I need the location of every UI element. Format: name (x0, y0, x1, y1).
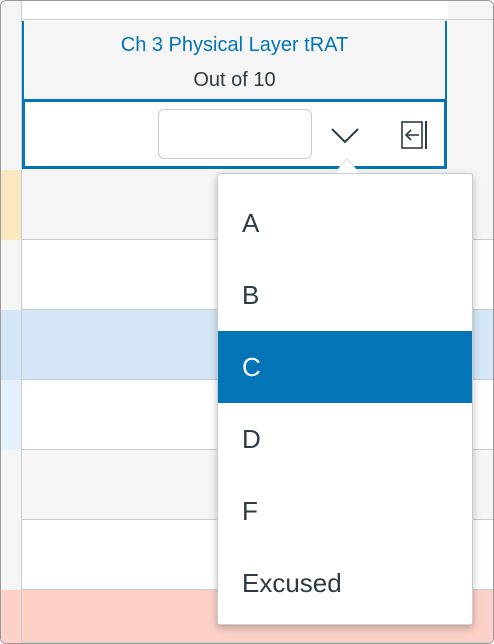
menu-item-c[interactable]: C (218, 331, 472, 403)
gradebook-frame: Ch 3 Physical Layer tRAT Out of 10 A B C… (0, 0, 494, 644)
header-divider (21, 19, 493, 20)
menu-item-a[interactable]: A (218, 187, 472, 259)
grade-input[interactable] (158, 109, 312, 159)
row-accent-salmon (1, 590, 21, 643)
menu-pointer (335, 159, 359, 173)
menu-item-d[interactable]: D (218, 403, 472, 475)
row-accent-blue (1, 310, 21, 380)
grade-options-menu: A B C D F Excused (217, 173, 473, 625)
active-grade-cell[interactable] (22, 99, 447, 169)
arrow-open-start-icon[interactable] (399, 119, 429, 151)
assignment-column-header[interactable]: Ch 3 Physical Layer tRAT Out of 10 (22, 21, 447, 99)
row-accent-yellow (1, 170, 21, 240)
row-accent-light-blue (1, 380, 21, 450)
chevron-down-icon[interactable] (328, 119, 362, 149)
assignment-title-link[interactable]: Ch 3 Physical Layer tRAT (24, 33, 445, 57)
menu-item-f[interactable]: F (218, 475, 472, 547)
menu-item-b[interactable]: B (218, 259, 472, 331)
menu-item-excused[interactable]: Excused (218, 547, 472, 619)
points-possible: Out of 10 (193, 69, 276, 91)
